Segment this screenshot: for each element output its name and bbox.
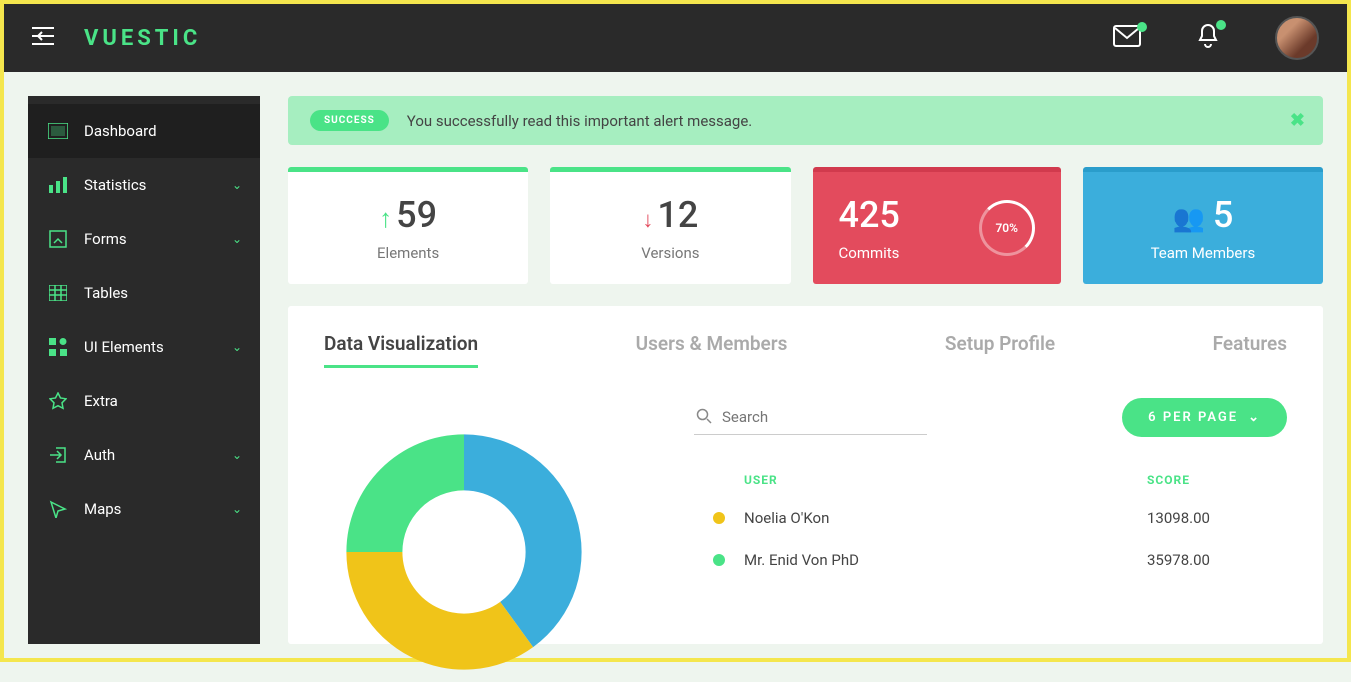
chevron-down-icon: ⌄ [232, 340, 242, 354]
stat-card-commits: 425 Commits 70% [813, 167, 1061, 284]
donut-slice [346, 434, 464, 552]
avatar[interactable] [1275, 16, 1319, 60]
chevron-down-icon: ⌄ [232, 502, 242, 516]
stats-row: ↑59 Elements ↓12 Versions 425 Commits 70% 👥5 Tea… [288, 167, 1323, 284]
star-icon [48, 392, 68, 410]
sidebar-item-label: Dashboard [84, 122, 157, 140]
tables-icon [48, 285, 68, 301]
sidebar-item-dashboard[interactable]: Dashboard [28, 104, 260, 158]
panel: Data Visualization Users & Members Setup P… [288, 306, 1323, 644]
arrow-up-icon: ↑ [379, 204, 392, 234]
auth-icon [48, 446, 68, 464]
tab-features[interactable]: Features [1213, 332, 1287, 368]
stat-value: 425 [839, 194, 900, 236]
sidebar-item-label: Auth [84, 446, 115, 464]
sidebar-item-label: Maps [84, 500, 121, 518]
sidebar-item-forms[interactable]: Forms ⌄ [28, 212, 260, 266]
search-wrap [694, 400, 1106, 435]
stat-label: Versions [572, 244, 768, 262]
stat-card-elements: ↑59 Elements [288, 167, 528, 284]
stat-label: Commits [839, 244, 900, 262]
chevron-down-icon: ⌄ [232, 232, 242, 246]
sidebar: Dashboard Statistics ⌄ Forms ⌄ Tables UI Eleme… [28, 96, 260, 644]
sidebar-item-label: Extra [84, 392, 118, 410]
forms-icon [48, 230, 68, 248]
sidebar-item-ui-elements[interactable]: UI Elements ⌄ [28, 320, 260, 374]
per-page-button[interactable]: 6 PER PAGE ⌄ [1122, 398, 1287, 437]
cell-user: Mr. Enid Von PhD [744, 551, 1147, 569]
dashboard-icon [48, 123, 68, 139]
donut-chart [324, 398, 654, 618]
search-icon [696, 408, 712, 428]
th-user: USER [744, 473, 1147, 487]
cell-user: Noelia O'Kon [744, 509, 1147, 527]
chevron-down-icon: ⌄ [232, 448, 242, 462]
tab-content: 6 PER PAGE ⌄ USER SCORE Noelia O'Kon1309… [324, 398, 1287, 618]
search-input[interactable] [694, 400, 927, 435]
sidebar-item-statistics[interactable]: Statistics ⌄ [28, 158, 260, 212]
color-bullet [713, 512, 725, 524]
table-row[interactable]: Mr. Enid Von PhD35978.00 [694, 539, 1287, 581]
donut-slice [346, 552, 533, 670]
tab-setup-profile[interactable]: Setup Profile [945, 332, 1055, 368]
alert-success: SUCCESS You successfully read this impor… [288, 96, 1323, 145]
sidebar-item-label: UI Elements [84, 338, 164, 356]
stat-value: 👥5 [1105, 194, 1301, 236]
sidebar-item-maps[interactable]: Maps ⌄ [28, 482, 260, 536]
per-page-label: 6 PER PAGE [1148, 410, 1238, 425]
cell-score: 35978.00 [1147, 551, 1287, 569]
header-left: VUESTIC [32, 26, 201, 51]
notification-dot [1216, 20, 1226, 30]
stat-value: ↑59 [310, 194, 506, 236]
tab-users-members[interactable]: Users & Members [636, 332, 788, 368]
maps-icon [48, 500, 68, 518]
tab-data-visualization[interactable]: Data Visualization [324, 332, 478, 368]
arrow-down-icon: ↓ [642, 208, 653, 233]
header: VUESTIC [4, 4, 1347, 72]
stat-value: ↓12 [572, 194, 768, 236]
tabs: Data Visualization Users & Members Setup P… [324, 332, 1287, 368]
sidebar-item-label: Forms [84, 230, 127, 248]
table-header: USER SCORE [694, 463, 1287, 497]
progress-ring: 70% [979, 200, 1035, 256]
sidebar-item-label: Tables [84, 284, 128, 302]
cell-score: 13098.00 [1147, 509, 1287, 527]
layout: Dashboard Statistics ⌄ Forms ⌄ Tables UI Eleme… [4, 72, 1347, 668]
stat-card-versions: ↓12 Versions [550, 167, 790, 284]
color-bullet [713, 554, 725, 566]
sidebar-item-auth[interactable]: Auth ⌄ [28, 428, 260, 482]
sidebar-item-label: Statistics [84, 176, 146, 194]
search-row: 6 PER PAGE ⌄ [694, 398, 1287, 437]
stats-icon [48, 177, 68, 193]
chevron-down-icon: ⌄ [232, 178, 242, 192]
stat-label: Elements [310, 244, 506, 262]
main: SUCCESS You successfully read this impor… [288, 96, 1323, 644]
brand-logo[interactable]: VUESTIC [84, 26, 201, 51]
chevron-down-icon: ⌄ [1248, 410, 1261, 425]
stat-card-team-members: 👥5 Team Members [1083, 167, 1323, 284]
sidebar-item-tables[interactable]: Tables [28, 266, 260, 320]
alert-text: You successfully read this important ale… [407, 112, 752, 130]
bell-icon[interactable] [1196, 23, 1220, 53]
alert-badge: SUCCESS [310, 110, 389, 131]
people-icon: 👥 [1172, 204, 1204, 234]
ui-icon [48, 338, 68, 356]
close-icon[interactable]: ✖ [1290, 110, 1305, 131]
table-section: 6 PER PAGE ⌄ USER SCORE Noelia O'Kon1309… [694, 398, 1287, 618]
stat-label: Team Members [1105, 244, 1301, 262]
header-right [1113, 16, 1319, 60]
sidebar-item-extra[interactable]: Extra [28, 374, 260, 428]
menu-toggle-icon[interactable] [32, 27, 54, 49]
th-score: SCORE [1147, 473, 1287, 487]
table-row[interactable]: Noelia O'Kon13098.00 [694, 497, 1287, 539]
mail-icon[interactable] [1113, 25, 1141, 51]
notification-dot [1137, 22, 1147, 32]
